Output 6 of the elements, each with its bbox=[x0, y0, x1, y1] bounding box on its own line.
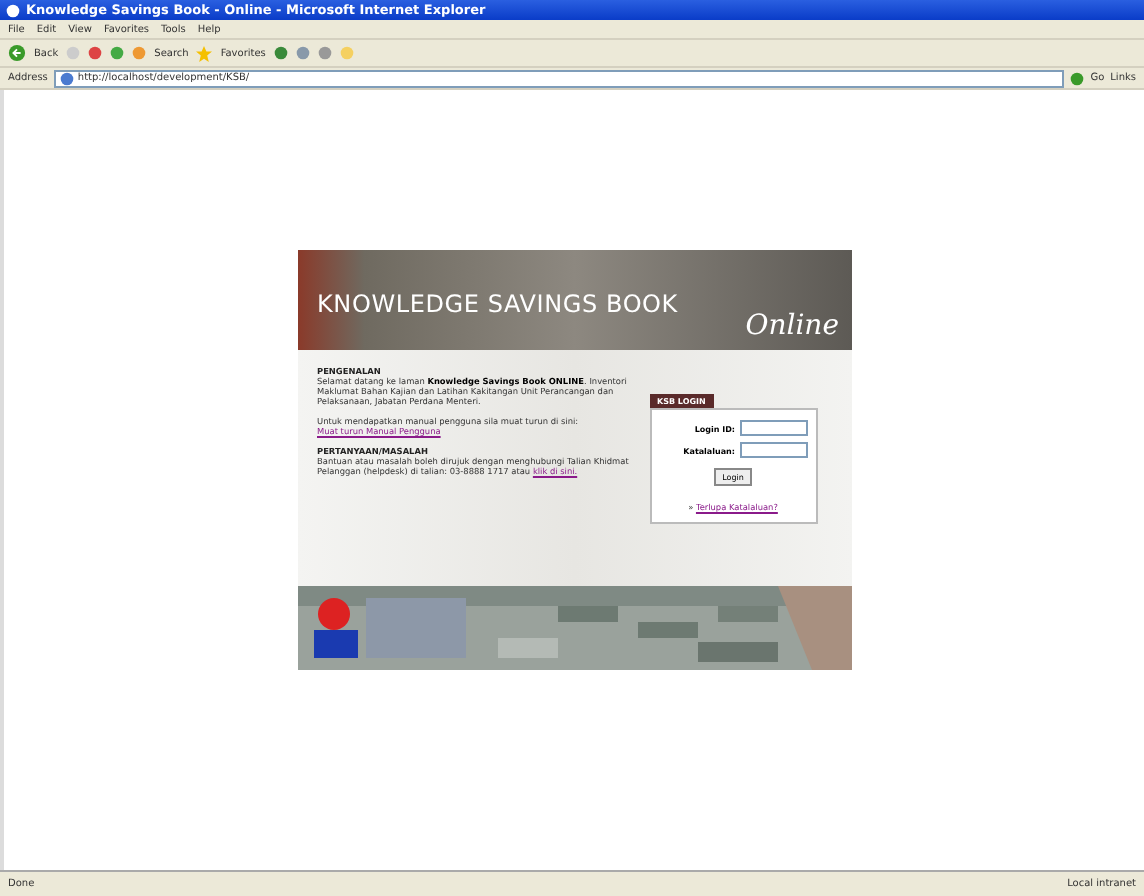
login-id-field[interactable] bbox=[739, 420, 807, 436]
star-icon[interactable] bbox=[196, 45, 213, 61]
back-icon[interactable] bbox=[8, 44, 26, 62]
banner-script-title: Online bbox=[745, 310, 839, 342]
password-field[interactable] bbox=[739, 442, 807, 458]
banner-title: KNOWLEDGE SAVINGS BOOK bbox=[317, 290, 680, 318]
